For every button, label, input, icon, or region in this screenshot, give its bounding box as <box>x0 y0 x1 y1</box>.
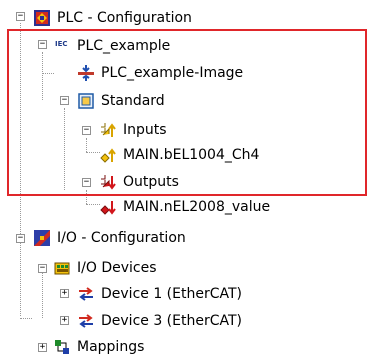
iec-project-icon: IEC 1131 <box>54 38 70 54</box>
ethercat-device-icon <box>78 286 94 302</box>
outputs-icon <box>100 174 116 190</box>
tree-item-standard[interactable]: Standard <box>78 89 166 113</box>
ethercat-device-icon <box>78 313 94 329</box>
collapse-toggle[interactable]: − <box>38 264 47 273</box>
expand-toggle[interactable]: + <box>60 289 69 298</box>
tree-item-io-devices[interactable]: I/O Devices <box>54 256 158 280</box>
tree-item-label: PLC - Configuration <box>57 10 192 26</box>
io-config-icon <box>34 230 50 246</box>
tree-line <box>64 108 65 190</box>
tree-item-plc-configuration[interactable]: PLC - Configuration <box>34 6 193 30</box>
plc-config-icon <box>34 10 50 26</box>
tree-line <box>86 138 87 152</box>
output-variable-icon <box>100 199 116 215</box>
tree-line <box>86 190 87 204</box>
process-image-icon <box>78 65 94 81</box>
tree-item-label: Inputs <box>123 122 167 138</box>
collapse-toggle[interactable]: − <box>60 96 69 105</box>
mappings-icon <box>54 339 70 355</box>
tree-item-label: PLC_example <box>77 38 171 54</box>
tree-item-label: I/O - Configuration <box>57 230 186 246</box>
tree-item-device-3[interactable]: Device 3 (EtherCAT) <box>78 309 243 333</box>
collapse-toggle[interactable]: − <box>82 126 91 135</box>
tree-item-label: PLC_example-Image <box>101 65 244 81</box>
task-icon <box>78 93 94 109</box>
tree-item-label: I/O Devices <box>77 260 157 276</box>
inputs-icon <box>100 122 116 138</box>
collapse-toggle[interactable]: − <box>82 178 91 187</box>
tree-item-plc-example-image[interactable]: PLC_example-Image <box>78 61 244 85</box>
tree-item-io-configuration[interactable]: I/O - Configuration <box>34 226 187 250</box>
svg-text:IEC 1131: IEC 1131 <box>55 40 70 48</box>
expand-toggle[interactable]: + <box>38 343 47 352</box>
tree-line <box>20 318 32 319</box>
tree-item-label: Device 3 (EtherCAT) <box>101 313 243 329</box>
tree-line <box>42 270 43 318</box>
tree-item-label: Outputs <box>123 174 179 190</box>
tree-line <box>42 73 54 74</box>
io-devices-icon <box>54 260 70 276</box>
expand-toggle[interactable]: + <box>60 316 69 325</box>
collapse-toggle[interactable]: − <box>16 234 25 243</box>
tree-item-plc-example[interactable]: IEC 1131 PLC_example <box>54 34 171 58</box>
collapse-toggle[interactable]: − <box>38 40 47 49</box>
tree-item-device-1[interactable]: Device 1 (EtherCAT) <box>78 282 243 306</box>
tree-line <box>86 204 100 205</box>
tree-item-input-variable[interactable]: MAIN.bEL1004_Ch4 <box>100 143 260 167</box>
tree-item-label: Device 1 (EtherCAT) <box>101 286 243 302</box>
tree-line <box>20 23 21 316</box>
input-variable-icon <box>100 147 116 163</box>
solution-tree: − PLC - Configuration − IEC 1131 PLC_exa… <box>0 0 374 360</box>
tree-item-label: Standard <box>101 93 165 109</box>
collapse-toggle[interactable]: − <box>16 12 25 21</box>
tree-item-label: MAIN.bEL1004_Ch4 <box>123 147 260 163</box>
tree-item-mappings[interactable]: Mappings <box>54 335 145 359</box>
tree-item-outputs[interactable]: Outputs <box>100 170 180 194</box>
tree-line <box>86 152 100 153</box>
tree-line <box>42 52 43 100</box>
tree-item-inputs[interactable]: Inputs <box>100 118 168 142</box>
tree-item-label: Mappings <box>77 339 145 355</box>
tree-item-label: MAIN.nEL2008_value <box>123 199 271 215</box>
tree-item-output-variable[interactable]: MAIN.nEL2008_value <box>100 195 271 219</box>
